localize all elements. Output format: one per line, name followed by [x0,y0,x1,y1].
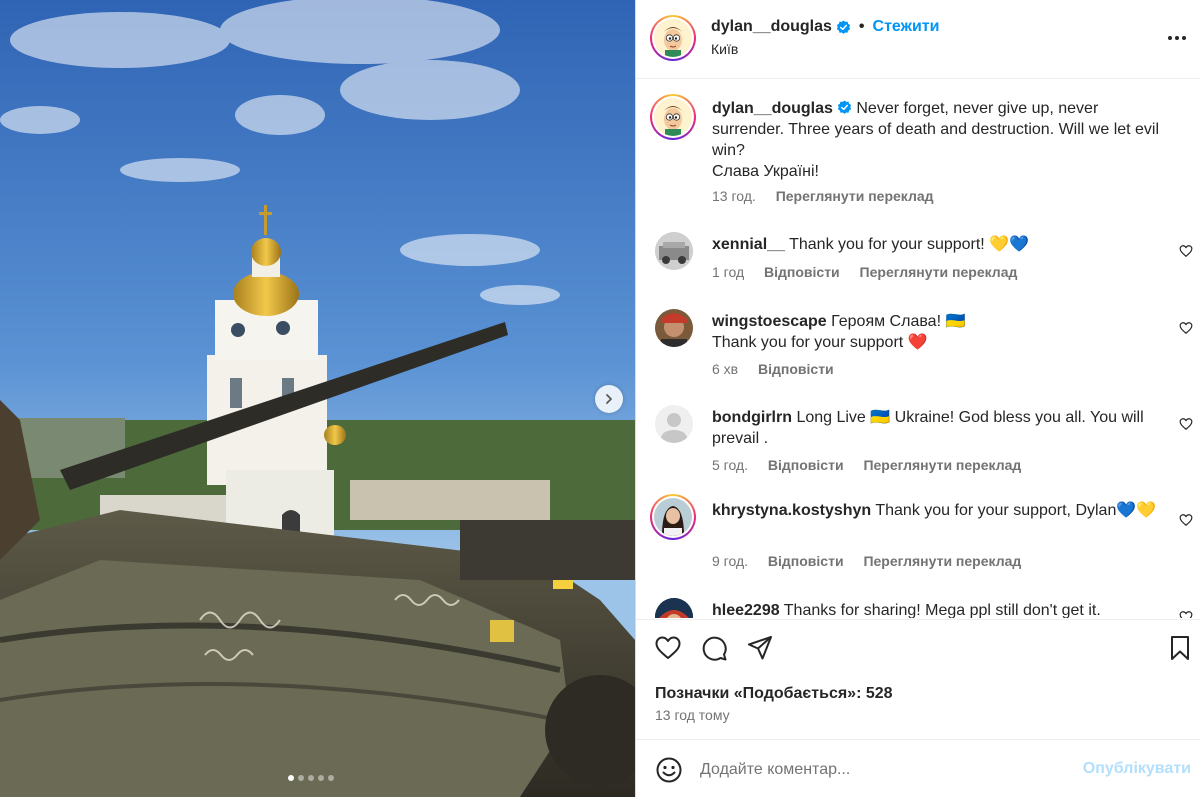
follow-button[interactable]: Стежити [873,18,940,36]
comment-username[interactable]: khrystyna.kostyshyn [712,502,871,519]
comment-time[interactable]: 6 хв [712,361,738,377]
commenter-avatar[interactable] [655,309,693,347]
post-header: dylan__douglas • Стежити Київ [636,0,1200,79]
comment-text: xennial__ Thank you for your support! 💛💙 [712,234,1172,255]
caption-time[interactable]: 13 год. [712,188,756,204]
cartoon-avatar-icon [654,98,692,136]
instagram-post: dylan__douglas • Стежити Київ dylan__dou… [0,0,1200,797]
comment-body: Thank you for your support! 💛💙 [789,236,1030,253]
comment-body-line2: Thank you for your support ❤️ [712,334,928,351]
author-row: dylan__douglas • Стежити [711,18,939,36]
comment-input[interactable] [700,758,1070,782]
comment-time[interactable]: 5 год. [712,457,748,473]
comment-meta: 9 год. Відповісти Переглянути переклад [712,553,1037,569]
commenter-avatar[interactable] [655,598,693,618]
emoji-icon[interactable] [655,756,683,784]
like-comment-heart-icon[interactable] [1179,513,1193,527]
photo-avatar-icon [655,232,693,270]
comment-body: Героям Слава! 🇺🇦 [831,313,966,330]
translate-button[interactable]: Переглянути переклад [863,553,1021,569]
like-comment-heart-icon[interactable] [1179,417,1193,431]
comment-body: Thanks for sharing! Mega ppl still don't… [783,602,1101,618]
comment-composer: Опублікувати [636,739,1200,797]
carousel-dot [298,775,304,781]
carousel-indicator [288,775,334,781]
cartoon-avatar-icon [654,19,692,57]
photo-avatar-icon [654,498,692,536]
comment-meta: 6 хв Відповісти [712,361,850,377]
comment-username[interactable]: hlee2298 [712,602,780,618]
heart-icon[interactable] [654,634,682,662]
carousel-dot [288,775,294,781]
commenter-avatar[interactable] [655,232,693,270]
comment-time[interactable]: 9 год. [712,553,748,569]
header-separator: • [858,18,865,35]
reply-button[interactable]: Відповісти [764,264,840,280]
comment-meta: 1 год Відповісти Переглянути переклад [712,264,1033,280]
comment-username[interactable]: xennial__ [712,236,785,253]
translate-button[interactable]: Переглянути переклад [863,457,1021,473]
author-username[interactable]: dylan__douglas [711,18,832,36]
reply-button[interactable]: Відповісти [768,457,844,473]
chevron-right-icon [606,394,612,404]
comment-text: wingstoescape Героям Слава! 🇺🇦 Thank you… [712,311,1172,353]
photo-avatar-icon [655,309,693,347]
reply-button[interactable]: Відповісти [758,361,834,377]
caption-meta: 13 год. Переглянути переклад [712,188,950,204]
caption-body-line2: Слава Україні! [712,163,819,180]
comment-icon[interactable] [700,634,728,662]
comments-list[interactable]: dylan__douglas Never forget, never give … [636,80,1200,618]
comment-meta: 5 год. Відповісти Переглянути переклад [712,457,1037,473]
like-comment-heart-icon[interactable] [1179,321,1193,335]
publish-button[interactable]: Опублікувати [1083,760,1191,778]
translate-button[interactable]: Переглянути переклад [776,188,934,204]
caption-text: dylan__douglas Never forget, never give … [712,98,1172,182]
like-comment-heart-icon[interactable] [1179,610,1193,618]
like-comment-heart-icon[interactable] [1179,244,1193,258]
verified-badge-icon [836,19,850,34]
comment-username[interactable]: bondgirlrn [712,409,792,426]
translate-button[interactable]: Переглянути переклад [860,264,1018,280]
comment-username[interactable]: wingstoescape [712,313,827,330]
carousel-dot [308,775,314,781]
author-avatar[interactable] [650,15,696,61]
post-location[interactable]: Київ [711,41,738,57]
carousel-dot [328,775,334,781]
reply-button[interactable]: Відповісти [768,553,844,569]
bookmark-icon[interactable] [1166,634,1194,662]
caption-username[interactable]: dylan__douglas [712,100,833,117]
likes-count[interactable]: Позначки «Подобається»: 528 [655,685,893,703]
comment-body: Thank you for your support, Dylan💙💛 [875,502,1157,519]
commenter-avatar[interactable] [650,494,696,540]
comment-text: hlee2298 Thanks for sharing! Mega ppl st… [712,600,1172,618]
verified-badge-icon [837,100,851,114]
more-horizontal-icon[interactable] [1167,28,1187,48]
post-side-panel: dylan__douglas • Стежити Київ dylan__dou… [635,0,1200,797]
post-actions: Позначки «Подобається»: 528 13 год тому [636,619,1200,739]
share-icon[interactable] [746,634,774,662]
comment-text: khrystyna.kostyshyn Thank you for your s… [712,500,1172,521]
caption-avatar[interactable] [650,94,696,140]
commenter-avatar[interactable] [655,405,693,443]
default-user-icon [655,405,693,443]
post-media[interactable] [0,0,635,797]
carousel-dot [318,775,324,781]
post-time-ago[interactable]: 13 год тому [655,707,730,723]
comment-time[interactable]: 1 год [712,264,744,280]
photo-avatar-icon [655,598,693,618]
next-slide-button[interactable] [595,385,623,413]
post-photo [0,0,635,797]
comment-text: bondgirlrn Long Live 🇺🇦 Ukraine! God ble… [712,407,1172,449]
